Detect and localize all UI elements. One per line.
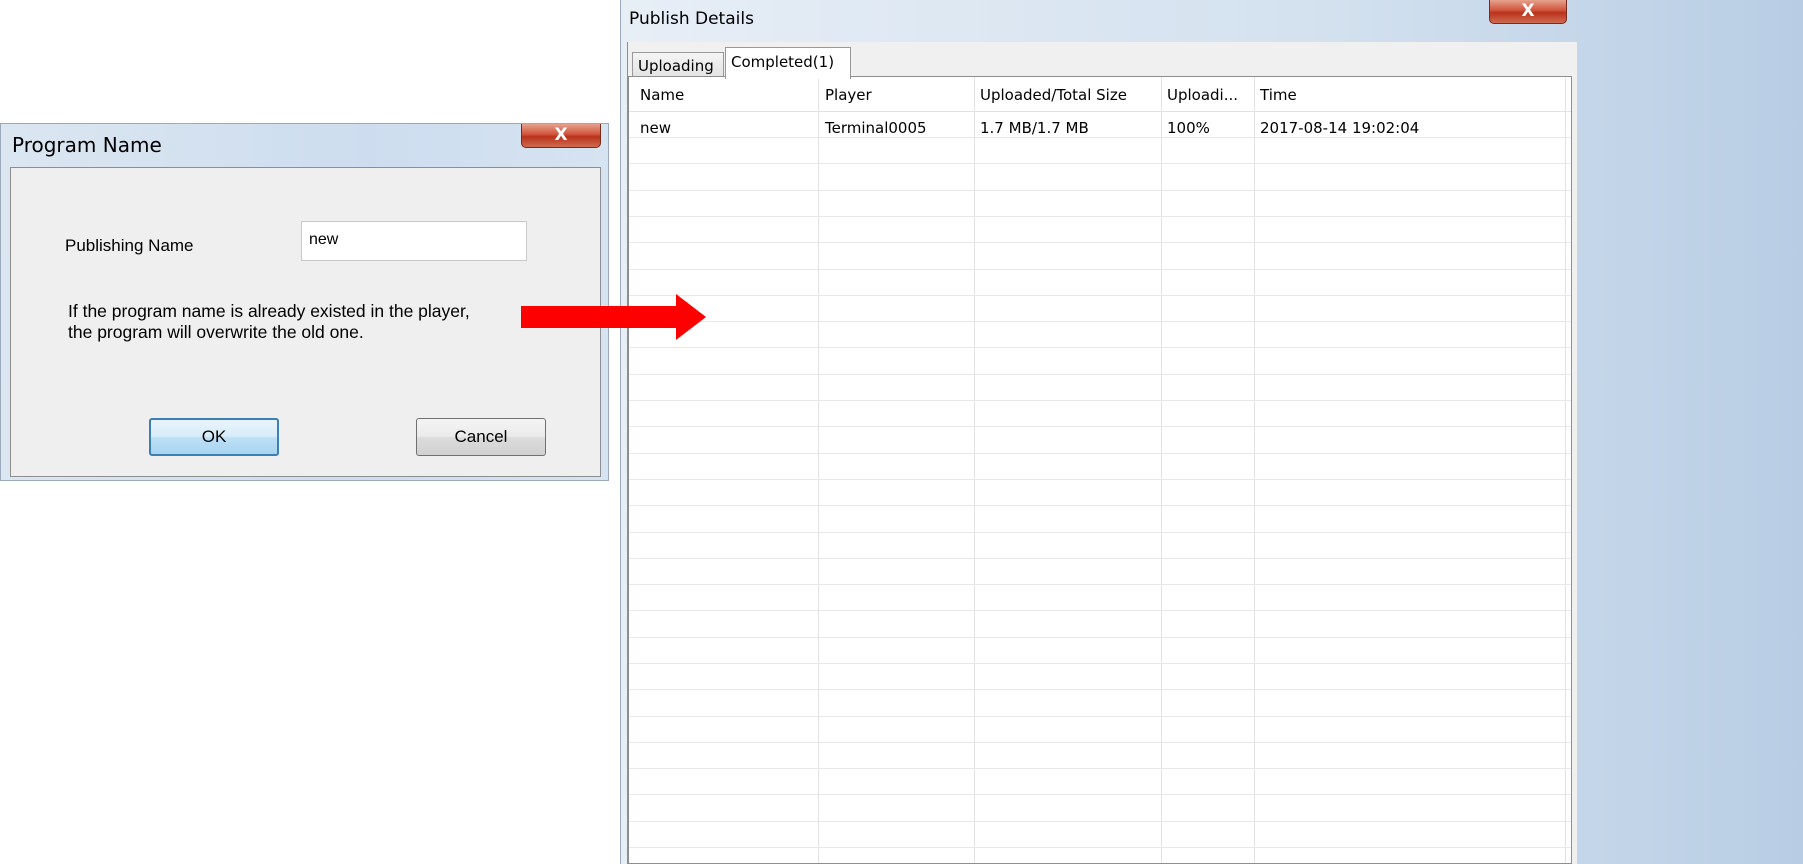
dialog-title: Program Name bbox=[12, 133, 162, 157]
publishing-name-label: Publishing Name bbox=[65, 236, 194, 255]
row-gridline bbox=[629, 479, 1571, 480]
close-button[interactable]: X bbox=[521, 124, 601, 148]
column-divider bbox=[974, 77, 975, 863]
row-gridline bbox=[629, 426, 1571, 427]
row-gridline bbox=[629, 532, 1571, 533]
row-gridline bbox=[629, 400, 1571, 401]
row-gridline bbox=[629, 269, 1571, 270]
row-gridline bbox=[629, 295, 1571, 296]
row-gridline bbox=[629, 794, 1571, 795]
row-gridline bbox=[629, 584, 1571, 585]
column-divider bbox=[1565, 77, 1566, 863]
cancel-button[interactable]: Cancel bbox=[416, 418, 546, 456]
row-gridline bbox=[629, 321, 1571, 322]
cell-player: Terminal0005 bbox=[825, 119, 927, 137]
column-header-player[interactable]: Player bbox=[825, 86, 872, 104]
column-header-name[interactable]: Name bbox=[640, 86, 684, 104]
row-gridline bbox=[629, 768, 1571, 769]
publish-details-window: Publish Details X Uploading Completed(1)… bbox=[620, 0, 1803, 864]
arrow-head bbox=[676, 294, 706, 340]
row-gridline bbox=[629, 610, 1571, 611]
column-divider bbox=[818, 77, 819, 863]
publishing-name-input[interactable]: new bbox=[301, 221, 527, 261]
column-header-time[interactable]: Time bbox=[1260, 86, 1297, 104]
row-gridline bbox=[629, 847, 1571, 848]
cell-progress: 100% bbox=[1167, 119, 1210, 137]
tab-uploading[interactable]: Uploading bbox=[632, 52, 724, 77]
publish-body: Uploading Completed(1) Name Player Uploa… bbox=[627, 42, 1577, 864]
row-gridline bbox=[629, 558, 1571, 559]
column-header-size[interactable]: Uploaded/Total Size bbox=[980, 86, 1127, 104]
row-gridline bbox=[629, 716, 1571, 717]
cell-size: 1.7 MB/1.7 MB bbox=[980, 119, 1089, 137]
arrow-shaft bbox=[521, 306, 678, 328]
list-header: Name Player Uploaded/Total Size Uploadi.… bbox=[629, 77, 1571, 112]
row-gridline bbox=[629, 453, 1571, 454]
row-gridline bbox=[629, 347, 1571, 348]
row-gridline bbox=[629, 242, 1571, 243]
cell-time: 2017-08-14 19:02:04 bbox=[1260, 119, 1420, 137]
row-gridline bbox=[629, 821, 1571, 822]
tab-completed[interactable]: Completed(1) bbox=[725, 47, 851, 79]
program-name-dialog: Program Name X Publishing Name new If th… bbox=[0, 123, 609, 481]
row-gridline bbox=[629, 505, 1571, 506]
column-divider bbox=[1161, 77, 1162, 863]
cell-name: new bbox=[640, 119, 672, 137]
column-divider bbox=[1254, 77, 1255, 863]
row-gridline bbox=[629, 663, 1571, 664]
row-gridline bbox=[629, 163, 1571, 164]
column-header-progress[interactable]: Uploadi... bbox=[1167, 86, 1238, 104]
dialog-body: Publishing Name new If the program name … bbox=[10, 167, 601, 477]
close-icon: X bbox=[554, 125, 568, 145]
completed-list: Name Player Uploaded/Total Size Uploadi.… bbox=[628, 76, 1572, 864]
window-title: Publish Details bbox=[629, 9, 754, 29]
row-gridline bbox=[629, 742, 1571, 743]
close-icon: X bbox=[1521, 1, 1535, 21]
row-gridline bbox=[629, 637, 1571, 638]
ok-button[interactable]: OK bbox=[149, 418, 279, 456]
close-button[interactable]: X bbox=[1489, 0, 1567, 24]
row-gridline bbox=[629, 137, 1571, 138]
row-gridline bbox=[629, 216, 1571, 217]
row-gridline bbox=[629, 374, 1571, 375]
row-gridline bbox=[629, 190, 1571, 191]
row-gridline bbox=[629, 689, 1571, 690]
